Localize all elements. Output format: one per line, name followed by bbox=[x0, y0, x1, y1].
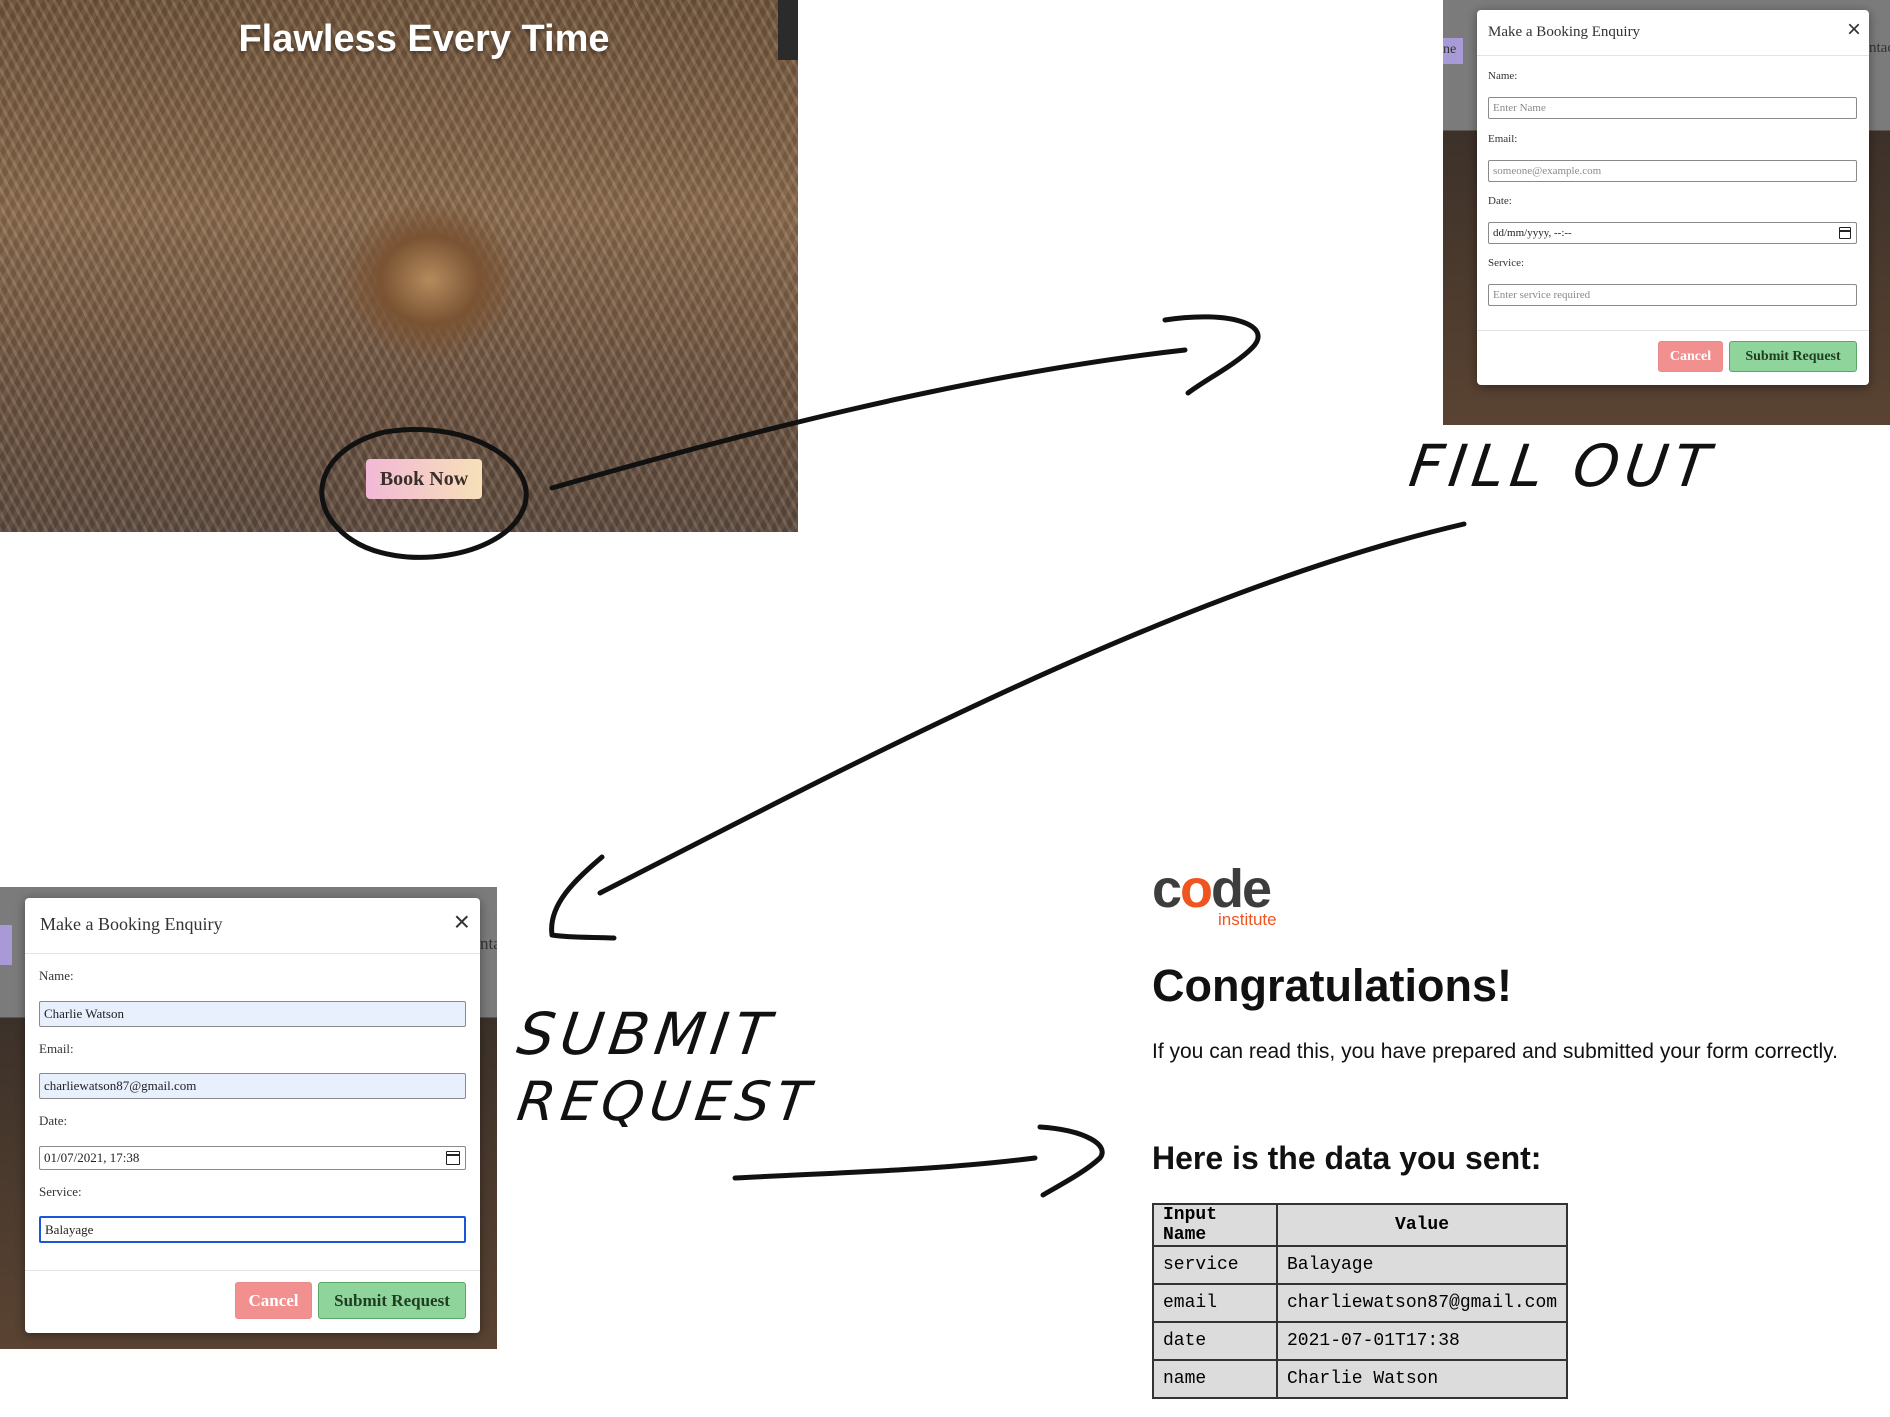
close-icon[interactable]: × bbox=[454, 908, 470, 936]
cancel-button[interactable]: Cancel bbox=[235, 1282, 312, 1319]
cell-value: Charlie Watson bbox=[1275, 1359, 1569, 1399]
service-input[interactable] bbox=[1488, 284, 1857, 306]
service-input[interactable]: Balayage bbox=[39, 1216, 466, 1243]
table-row: date 2021-07-01T17:38 bbox=[1152, 1321, 1569, 1361]
arrow-to-filled-head bbox=[549, 854, 617, 941]
page-title: Congratulations! bbox=[1152, 960, 1512, 1011]
email-input[interactable]: charliewatson87@gmail.com bbox=[39, 1073, 466, 1099]
annotation-fill-out: FILL OUT bbox=[1405, 432, 1720, 500]
date-input-value: dd/mm/yyyy, --:-- bbox=[1493, 227, 1572, 239]
date-label: Date: bbox=[1488, 195, 1512, 207]
code-institute-logo: code institute bbox=[1152, 859, 1277, 929]
cell-input-name: email bbox=[1152, 1283, 1278, 1323]
table-header-row: Input Name Value bbox=[1152, 1203, 1569, 1247]
cell-value: 2021-07-01T17:38 bbox=[1275, 1321, 1569, 1361]
calendar-icon[interactable] bbox=[1839, 227, 1851, 239]
booking-modal-empty: Make a Booking Enquiry × Name: Email: Da… bbox=[1477, 10, 1869, 385]
success-message: If you can read this, you have prepared … bbox=[1152, 1040, 1838, 1063]
date-input[interactable]: dd/mm/yyyy, --:-- bbox=[1488, 222, 1857, 244]
name-label: Name: bbox=[39, 968, 74, 983]
table-row: name Charlie Watson bbox=[1152, 1359, 1569, 1399]
cell-value: charliewatson87@gmail.com bbox=[1275, 1283, 1569, 1323]
calendar-icon[interactable] bbox=[446, 1151, 460, 1165]
hero-title: Flawless Every Time bbox=[238, 18, 610, 60]
close-icon[interactable]: × bbox=[1847, 18, 1861, 42]
arrow-to-filled-line bbox=[597, 521, 1467, 896]
hero-panel: Flawless Every Time Book Now bbox=[0, 0, 798, 532]
submit-request-button[interactable]: Submit Request bbox=[318, 1282, 466, 1319]
date-input[interactable]: 01/07/2021, 17:38 bbox=[39, 1146, 466, 1170]
service-label: Service: bbox=[1488, 257, 1525, 269]
cancel-button[interactable]: Cancel bbox=[1658, 341, 1723, 372]
cell-input-name: name bbox=[1152, 1359, 1278, 1399]
submitted-data-table: Input Name Value service Balayage email … bbox=[1152, 1203, 1569, 1399]
background-tab-partial-right: ntac bbox=[1869, 40, 1890, 56]
background-tab-partial bbox=[0, 925, 12, 965]
cell-value: Balayage bbox=[1275, 1245, 1569, 1285]
arrow-to-result-line bbox=[732, 1155, 1038, 1181]
modal-title: Make a Booking Enquiry bbox=[1488, 24, 1641, 40]
date-input-value: 01/07/2021, 17:38 bbox=[44, 1150, 140, 1165]
annotation-request: REQUEST bbox=[513, 1070, 820, 1133]
logo-wordmark: code bbox=[1152, 859, 1272, 919]
date-label: Date: bbox=[39, 1113, 68, 1128]
name-input[interactable] bbox=[1488, 97, 1857, 119]
email-label: Email: bbox=[1488, 133, 1518, 145]
header-value: Value bbox=[1275, 1203, 1569, 1247]
modal-footer-divider bbox=[25, 1270, 480, 1271]
arrow-to-result-head bbox=[1037, 1124, 1105, 1198]
data-heading: Here is the data you sent: bbox=[1152, 1140, 1542, 1176]
service-label: Service: bbox=[39, 1184, 82, 1199]
table-row: email charliewatson87@gmail.com bbox=[1152, 1283, 1569, 1323]
modal-title: Make a Booking Enquiry bbox=[40, 914, 223, 934]
cell-input-name: service bbox=[1152, 1245, 1278, 1285]
modal-header-divider bbox=[25, 953, 480, 954]
submit-request-button[interactable]: Submit Request bbox=[1729, 341, 1857, 372]
background-tab-partial: ne bbox=[1443, 38, 1463, 64]
email-input[interactable] bbox=[1488, 160, 1857, 182]
booking-modal-filled: Make a Booking Enquiry × Name: Charlie W… bbox=[25, 898, 480, 1333]
name-label: Name: bbox=[1488, 70, 1518, 82]
annotation-submit: SUBMIT bbox=[513, 1000, 781, 1068]
logo-subtitle: institute bbox=[1218, 910, 1277, 929]
background-tab-partial-right: nta bbox=[480, 934, 497, 953]
book-now-button[interactable]: Book Now bbox=[366, 459, 482, 499]
modal-header-divider bbox=[1477, 55, 1869, 56]
table-row: service Balayage bbox=[1152, 1245, 1569, 1285]
header-input-name: Input Name bbox=[1152, 1203, 1278, 1247]
modal-footer-divider bbox=[1477, 330, 1869, 331]
cell-input-name: date bbox=[1152, 1321, 1278, 1361]
email-label: Email: bbox=[39, 1041, 74, 1056]
arrow-to-modal-head bbox=[1162, 314, 1261, 396]
name-input[interactable]: Charlie Watson bbox=[39, 1001, 466, 1027]
